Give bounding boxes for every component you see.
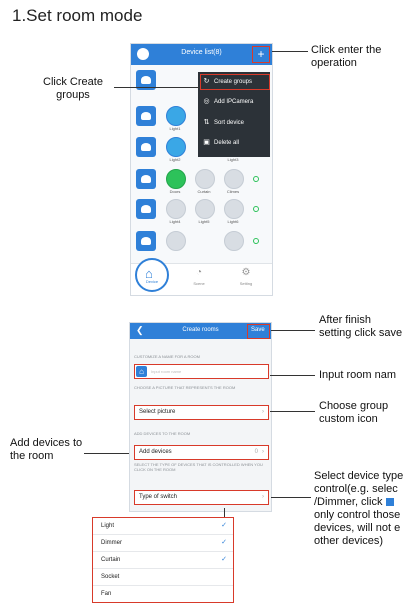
callout-after-finish: After finish setting click save <box>319 314 403 339</box>
menu-item-label: Delete all <box>214 140 240 146</box>
menu-item-label: Sort device <box>214 120 245 126</box>
chevron-right-icon: › <box>262 494 264 500</box>
select-picture-label: Select picture <box>139 409 176 415</box>
room-icon[interactable] <box>136 137 156 157</box>
light-device-icon[interactable] <box>166 231 186 251</box>
list-item[interactable]: Socket <box>93 569 233 586</box>
light-device-icon[interactable] <box>166 106 186 126</box>
highlight-save <box>247 324 270 339</box>
add-devices-label: Add devices <box>139 449 172 455</box>
room-name-placeholder: Input room name <box>151 369 182 374</box>
scene-icon[interactable]: ◔ <box>193 267 205 279</box>
status-dot-icon <box>253 176 259 182</box>
device-label: Light2 <box>169 157 181 162</box>
section-label: ADD DEVICES TO THE ROOM <box>134 431 191 436</box>
callout-select-type: Select device type control(e.g. selec /D… <box>314 470 404 547</box>
list-item[interactable]: Dimmer ✓ <box>93 535 233 552</box>
menu-item-delete-all[interactable]: ▣ Delete all <box>202 136 268 150</box>
light-device-icon[interactable] <box>224 199 244 219</box>
check-icon: ✓ <box>221 522 227 529</box>
device-label: Light6 <box>227 219 239 224</box>
check-icon: ✓ <box>221 539 227 546</box>
add-devices-field[interactable]: Add devices 0 › <box>134 445 269 460</box>
list-item[interactable]: Light ✓ <box>93 518 233 535</box>
create-rooms-screen: ❮ Create rooms Save CUSTOMIZE A NAME FOR… <box>129 322 272 512</box>
check-icon: ✓ <box>221 556 227 563</box>
callout-choose-group: Choose group custom icon <box>319 400 389 425</box>
room-icon[interactable] <box>136 106 156 126</box>
device-label: Curtain <box>197 189 211 194</box>
light-device-icon[interactable] <box>224 231 244 251</box>
list-item[interactable]: Fan <box>93 586 233 602</box>
select-picture-field[interactable]: Select picture › <box>134 405 269 420</box>
callout-line <box>270 375 315 376</box>
callout-create-groups: Click Create groups <box>43 76 103 101</box>
device-label: Light1 <box>169 126 181 131</box>
callout-line <box>271 330 315 331</box>
callout-line <box>84 453 129 454</box>
camera-icon: ◎ <box>203 98 210 105</box>
tab-device-label: Device <box>145 279 159 284</box>
device-list-screen: Device list(8) + Light1 Light2 Light3 Do… <box>130 43 273 296</box>
status-dot-icon <box>253 206 259 212</box>
section-label: CHOOSE A PICTURE THAT REPRESENTS THE ROO… <box>134 385 236 390</box>
callout-add-devices: Add devices to the room <box>10 437 83 462</box>
callout-input-room: Input room nam <box>319 369 397 381</box>
page-title: 1.Set room mode <box>12 6 143 25</box>
type-of-switch-field[interactable]: Type of switch › <box>134 490 269 505</box>
sort-icon: ⇅ <box>203 119 210 126</box>
callout-line <box>271 497 311 498</box>
curtain-device-icon[interactable] <box>195 169 215 189</box>
device-list-title: Device list(8) <box>181 49 222 56</box>
highlight-add-button <box>252 46 270 63</box>
chevron-right-icon: › <box>262 409 264 415</box>
light-device-icon[interactable] <box>166 199 186 219</box>
device-label: Light4 <box>169 219 181 224</box>
room-icon[interactable] <box>136 199 156 219</box>
home-icon <box>385 498 394 506</box>
menu-item-label: Add IPCamera <box>214 99 254 105</box>
tab-scene[interactable]: Scene <box>187 281 211 286</box>
chevron-right-icon: › <box>262 449 264 455</box>
device-label: Climes <box>226 189 240 194</box>
device-label: Light5 <box>198 219 210 224</box>
menu-item-add-ipcamera[interactable]: ◎ Add IPCamera <box>202 95 268 109</box>
callout-line <box>270 411 315 412</box>
device-list-header: Device list(8) + <box>131 44 272 65</box>
callout-click-plus: Click enter the operation <box>311 44 382 69</box>
section-label: CUSTOMIZE A NAME FOR A ROOM <box>134 354 200 359</box>
climate-device-icon[interactable] <box>224 169 244 189</box>
light-device-icon[interactable] <box>195 199 215 219</box>
device-label: Light3 <box>227 157 239 162</box>
trash-icon: ▣ <box>203 139 210 146</box>
callout-line <box>272 51 308 52</box>
list-item[interactable]: Curtain ✓ <box>93 552 233 569</box>
callout-line <box>114 87 199 88</box>
door-device-icon[interactable] <box>166 169 186 189</box>
light-device-icon[interactable] <box>166 137 186 157</box>
add-devices-count: 0 <box>254 449 258 455</box>
type-of-switch-label: Type of switch <box>139 494 178 500</box>
section-label: SELECT THE TYPE OF DEVICES THAT IS CONTR… <box>134 462 263 472</box>
menu-item-sort-device[interactable]: ⇅ Sort device <box>202 116 268 130</box>
tab-device[interactable]: ⌂ Device <box>135 258 169 292</box>
tab-setting[interactable]: Setting <box>234 281 258 286</box>
switch-type-list: Light ✓ Dimmer ✓ Curtain ✓ Socket Fan <box>92 517 234 603</box>
home-icon: ⌂ <box>136 366 147 377</box>
room-icon[interactable] <box>136 169 156 189</box>
gear-icon[interactable]: ⚙ <box>240 267 252 279</box>
highlight-create-groups <box>200 74 270 90</box>
device-label: Doors <box>169 189 181 194</box>
room-name-field[interactable]: ⌂ Input room name <box>134 364 269 379</box>
room-icon[interactable] <box>136 231 156 251</box>
status-dot-icon <box>253 238 259 244</box>
